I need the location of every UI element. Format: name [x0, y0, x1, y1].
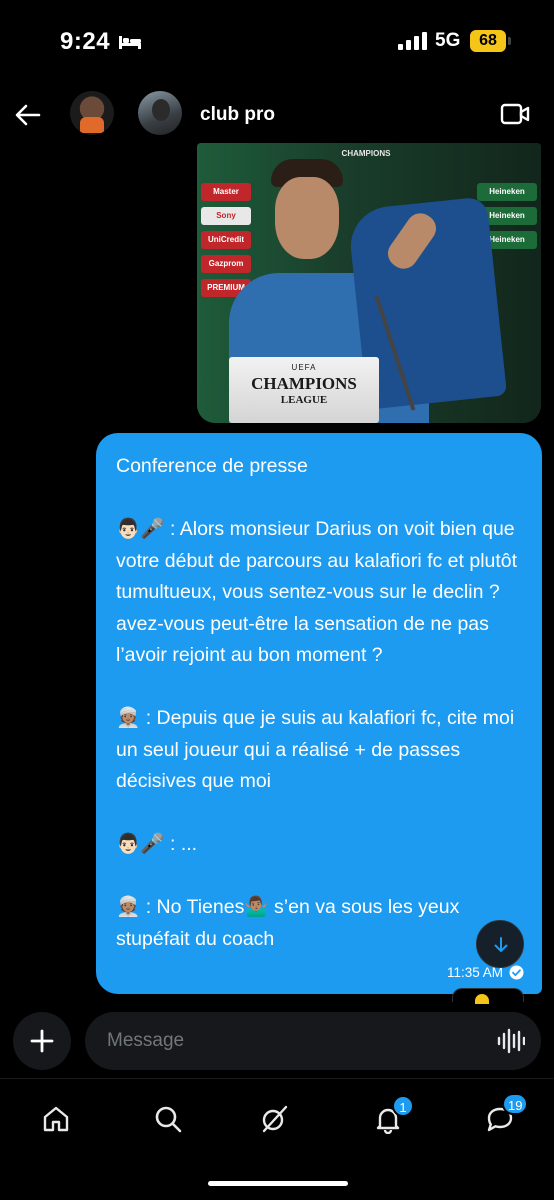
plate-top: UEFA — [291, 363, 317, 372]
video-camera-icon[interactable] — [500, 102, 530, 126]
search-icon — [155, 1106, 182, 1133]
reaction-peek — [452, 988, 524, 1004]
avatar[interactable] — [70, 91, 114, 135]
player-head — [275, 177, 339, 259]
image-message[interactable]: CHAMPIONS Master Sony UniCredit Gazprom … — [197, 143, 541, 423]
notifications-badge: 1 — [392, 1095, 414, 1117]
bottom-nav: 1 19 — [0, 1078, 554, 1200]
status-bar: 9:24 5G 68 — [0, 0, 554, 80]
network-type: 5G — [435, 30, 461, 51]
read-receipt-icon — [509, 965, 524, 980]
sponsor-board: Sony — [201, 207, 251, 225]
nav-messages[interactable]: 19 — [482, 1093, 529, 1137]
sponsor-board: Master — [201, 183, 251, 201]
arrow-down-icon — [494, 937, 508, 952]
message-text: Conference de presse 👨🏻🎤 : Alors monsieu… — [116, 455, 518, 950]
cellular-signal-icon — [398, 32, 427, 50]
chat-title[interactable]: club pro — [200, 104, 275, 126]
status-time: 9:24 — [60, 28, 111, 55]
arrow-left-icon[interactable] — [14, 101, 42, 129]
messages-badge: 19 — [502, 1093, 529, 1115]
backdrop-logo: CHAMPIONS — [341, 149, 391, 158]
plus-icon — [30, 1029, 54, 1053]
battery-cap — [508, 37, 511, 45]
sponsor-column: Master Sony UniCredit Gazprom PREMIUM — [201, 183, 251, 297]
sponsor-board: Gazprom — [201, 255, 251, 273]
avatar[interactable] — [138, 91, 182, 135]
scroll-to-bottom-button[interactable] — [476, 920, 524, 968]
plate-title: CHAMPIONS — [251, 374, 357, 393]
add-attachment-button[interactable] — [13, 1012, 71, 1070]
sponsor-board: Heineken — [477, 183, 537, 201]
message-meta: 11:35 AM — [447, 965, 524, 980]
home-indicator[interactable] — [208, 1181, 348, 1186]
nav-notifications[interactable]: 1 — [370, 1095, 414, 1137]
message-bubble[interactable]: Conference de presse 👨🏻🎤 : Alors monsieu… — [96, 433, 542, 994]
message-input[interactable] — [85, 1012, 541, 1070]
sleep-focus-icon — [119, 36, 141, 49]
nav-search[interactable] — [150, 1101, 186, 1137]
composer — [0, 1012, 554, 1072]
plate-subtitle: LEAGUE — [280, 394, 328, 406]
home-icon — [43, 1106, 69, 1132]
battery-level: 68 — [470, 30, 506, 52]
voice-message-icon[interactable] — [497, 1028, 525, 1054]
chat-header: club pro — [0, 85, 554, 145]
sponsor-board: UniCredit — [201, 231, 251, 249]
nav-home[interactable] — [38, 1101, 74, 1137]
grok-icon — [262, 1105, 288, 1133]
champions-league-plate: UEFA CHAMPIONS LEAGUE — [229, 357, 379, 423]
nav-grok[interactable] — [256, 1101, 292, 1137]
